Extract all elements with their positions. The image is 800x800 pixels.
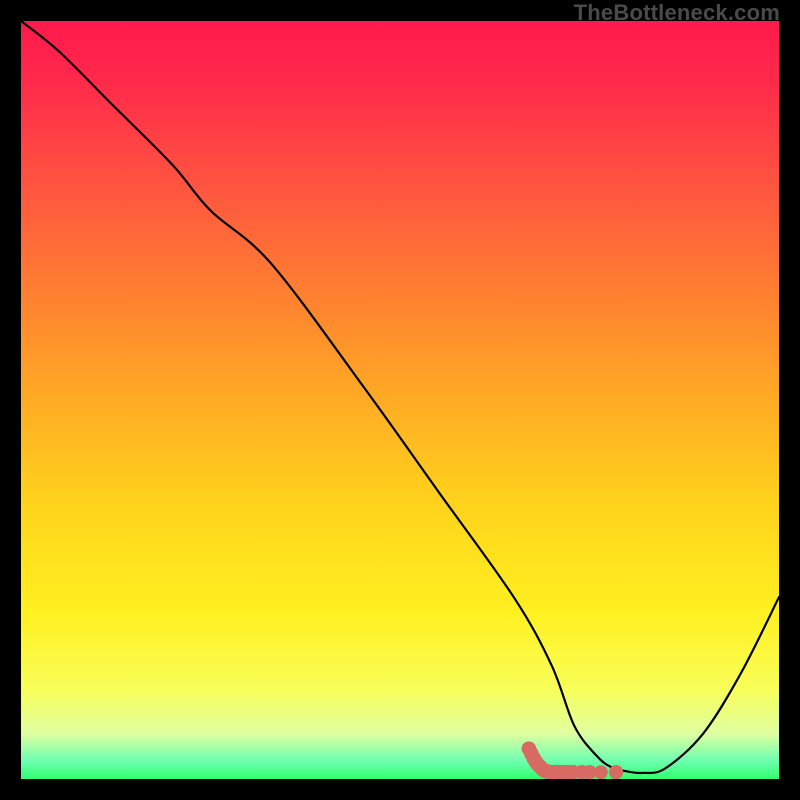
marker-dot (594, 765, 608, 779)
chart-svg (21, 21, 779, 779)
highlight-cluster (522, 741, 624, 779)
marker-dot (609, 765, 623, 779)
chart-frame: TheBottleneck.com (0, 0, 800, 800)
watermark-text: TheBottleneck.com (574, 0, 780, 26)
bottleneck-curve (21, 21, 779, 773)
plot-area (21, 21, 779, 779)
